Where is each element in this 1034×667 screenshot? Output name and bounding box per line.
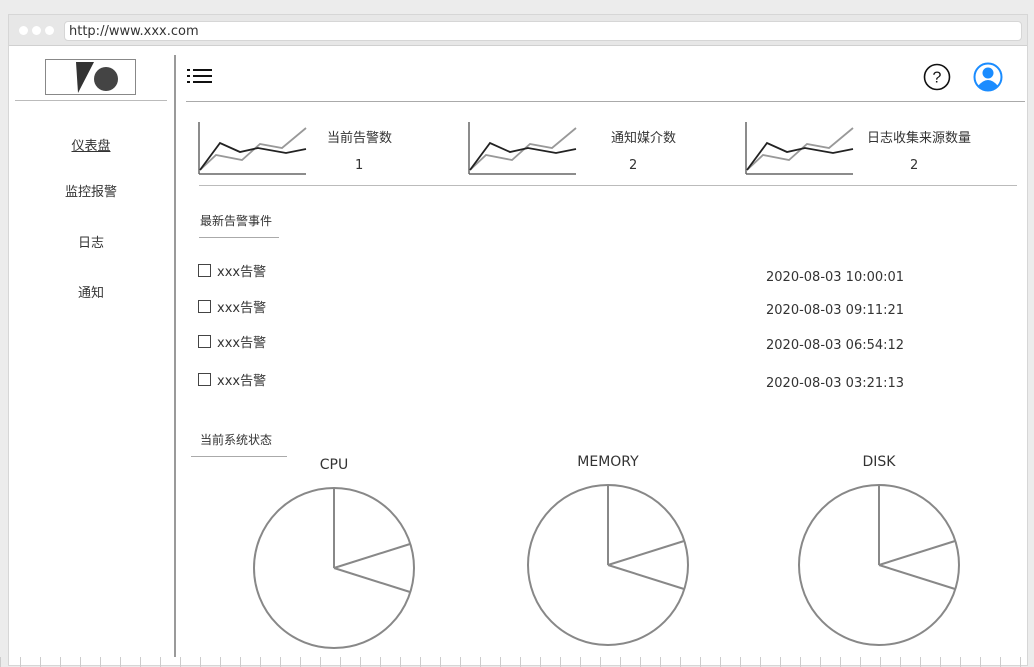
disk-pie-icon bbox=[797, 483, 961, 651]
alert-time: 2020-08-03 06:54:12 bbox=[766, 338, 905, 353]
address-bar[interactable]: http://www.xxx.com bbox=[64, 21, 1022, 41]
pie-title: DISK bbox=[862, 454, 896, 470]
stat-value: 1 bbox=[355, 158, 364, 173]
section-underline bbox=[199, 237, 279, 238]
sidebar-vertical-divider bbox=[174, 55, 176, 657]
sidebar-item-notify[interactable]: 通知 bbox=[15, 282, 167, 301]
window-dot-icon[interactable] bbox=[45, 26, 54, 35]
pie-title: MEMORY bbox=[577, 454, 639, 470]
list-icon[interactable] bbox=[187, 67, 213, 91]
window-dot-icon[interactable] bbox=[32, 26, 41, 35]
alert-item[interactable]: xxx告警 bbox=[198, 370, 267, 389]
alert-label: xxx告警 bbox=[217, 336, 267, 351]
alert-checkbox[interactable] bbox=[198, 335, 211, 348]
alert-label: xxx告警 bbox=[217, 301, 267, 316]
sidebar-item-monitoring[interactable]: 监控报警 bbox=[15, 181, 167, 200]
alert-label: xxx告警 bbox=[217, 265, 267, 280]
svg-text:?: ? bbox=[933, 70, 942, 87]
window-dot-icon[interactable] bbox=[19, 26, 28, 35]
memory-pie-icon bbox=[526, 483, 690, 651]
sidebar-item-label: 通知 bbox=[77, 286, 104, 301]
stat-value: 2 bbox=[910, 158, 919, 173]
alert-item[interactable]: xxx告警 bbox=[198, 332, 267, 351]
alerts-section-title: 最新告警事件 bbox=[200, 214, 273, 228]
stat-label: 日志收集来源数量 bbox=[867, 131, 972, 146]
alert-item[interactable]: xxx告警 bbox=[198, 261, 267, 280]
stat-sparkline-icon bbox=[745, 122, 855, 182]
header-divider bbox=[186, 101, 1025, 102]
logo bbox=[45, 59, 136, 95]
user-avatar-icon[interactable] bbox=[973, 62, 1003, 96]
status-section-title: 当前系统状态 bbox=[200, 433, 273, 447]
section-underline bbox=[191, 456, 287, 457]
stat-label: 通知媒介数 bbox=[611, 131, 677, 146]
alert-item[interactable]: xxx告警 bbox=[198, 297, 267, 316]
stats-divider bbox=[199, 185, 1017, 186]
alert-checkbox[interactable] bbox=[198, 373, 211, 386]
stat-label: 当前告警数 bbox=[327, 131, 393, 146]
cpu-pie-icon bbox=[252, 486, 416, 654]
stat-sparkline-icon bbox=[468, 122, 578, 182]
sidebar-item-label: 日志 bbox=[77, 236, 104, 251]
pie-title: CPU bbox=[319, 457, 349, 473]
alert-checkbox[interactable] bbox=[198, 300, 211, 313]
alert-time: 2020-08-03 10:00:01 bbox=[766, 270, 905, 285]
alert-label: xxx告警 bbox=[217, 374, 267, 389]
alert-time: 2020-08-03 03:21:13 bbox=[766, 376, 905, 391]
stat-sparkline-icon bbox=[198, 122, 308, 182]
browser-window: http://www.xxx.com 仪表盘 监控报警 日志 通知 ? 当前告警… bbox=[8, 14, 1028, 666]
sidebar-item-label: 仪表盘 bbox=[71, 139, 111, 154]
sidebar-item-dashboard[interactable]: 仪表盘 bbox=[15, 135, 167, 154]
alert-checkbox[interactable] bbox=[198, 264, 211, 277]
bottom-ruler bbox=[0, 657, 1034, 667]
alert-time: 2020-08-03 09:11:21 bbox=[766, 303, 905, 318]
browser-titlebar: http://www.xxx.com bbox=[9, 15, 1027, 46]
question-circle-icon[interactable]: ? bbox=[923, 63, 951, 95]
sidebar-item-label: 监控报警 bbox=[64, 185, 117, 200]
logo-shape-icon bbox=[76, 62, 118, 93]
stat-value: 2 bbox=[629, 158, 638, 173]
sidebar-divider bbox=[15, 100, 167, 101]
sidebar-item-logs[interactable]: 日志 bbox=[15, 232, 167, 251]
